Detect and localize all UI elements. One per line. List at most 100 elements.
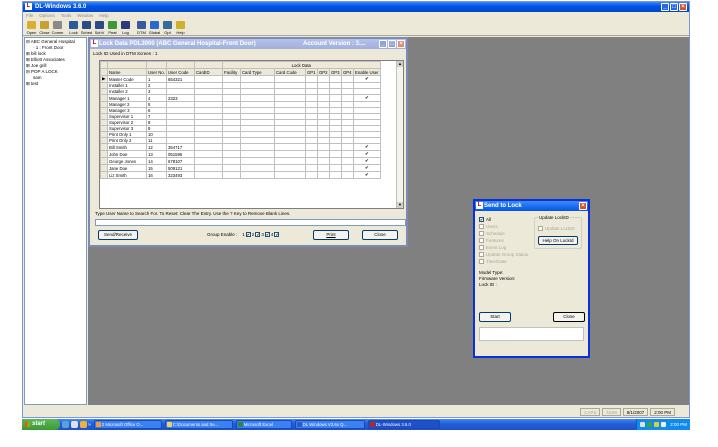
table-cell[interactable] [274, 165, 305, 172]
toolbar-comm-button[interactable]: Comm [51, 19, 64, 35]
table-cell[interactable] [317, 76, 329, 83]
send-option-checkbox[interactable] [479, 231, 484, 236]
group-2-checkbox[interactable]: ✔ [255, 232, 260, 237]
close-send-button[interactable]: Close [553, 312, 585, 322]
table-cell[interactable]: 15 [147, 165, 167, 172]
table-cell[interactable] [317, 144, 329, 151]
table-cell[interactable] [341, 158, 353, 165]
table-cell[interactable]: 14 [147, 158, 167, 165]
toolbar-close-button[interactable]: Close [38, 19, 51, 35]
send-option-checkbox[interactable] [479, 224, 484, 229]
start-button[interactable]: Start [479, 312, 511, 322]
table-cell[interactable]: John Doe [108, 151, 147, 158]
table-cell[interactable] [305, 165, 317, 172]
table-cell[interactable]: ✔ [353, 165, 380, 172]
user-search-input[interactable] [95, 219, 406, 226]
table-cell[interactable] [329, 165, 341, 172]
menu-tools[interactable]: Tools [61, 12, 72, 19]
table-row[interactable]: Bill Smith12354717✔ [101, 144, 381, 151]
table-cell[interactable] [274, 144, 305, 151]
table-cell[interactable] [194, 172, 222, 179]
table-cell[interactable] [240, 76, 274, 83]
table-cell[interactable]: 2323 [166, 95, 194, 102]
table-cell[interactable] [329, 151, 341, 158]
table-cell[interactable]: 13 [147, 151, 167, 158]
scroll-down-icon[interactable]: ▼ [397, 202, 403, 208]
table-cell[interactable] [222, 158, 240, 165]
column-header[interactable]: Facility [222, 69, 240, 76]
start-button[interactable]: start [22, 419, 60, 430]
table-cell[interactable] [194, 95, 222, 102]
toolbar-dtm-button[interactable]: DTM [135, 19, 148, 35]
table-cell[interactable]: 16 [147, 172, 167, 179]
toolbar-sched-button[interactable]: Sched [80, 19, 93, 35]
tray-volume-icon[interactable] [654, 422, 659, 427]
table-cell[interactable] [222, 165, 240, 172]
table-cell[interactable]: 4 [147, 95, 167, 102]
table-cell[interactable]: 1 [147, 76, 167, 83]
table-cell[interactable] [341, 76, 353, 83]
table-row[interactable]: ▶Master Code1654321✔ [101, 76, 381, 83]
quick-launch-ie-icon[interactable] [62, 421, 69, 428]
tray-update-icon[interactable] [661, 422, 666, 427]
table-cell[interactable]: 509121 [166, 165, 194, 172]
table-row[interactable]: Liz Smith16323493✔ [101, 172, 381, 179]
close-button[interactable]: × [679, 3, 687, 11]
table-cell[interactable]: George Jones [108, 158, 147, 165]
table-cell[interactable] [240, 165, 274, 172]
column-header[interactable]: GP1 [305, 69, 317, 76]
column-header[interactable]: GP4 [341, 69, 353, 76]
tree-item-test[interactable]: ⊞ test [26, 81, 85, 87]
table-cell[interactable]: ✔ [353, 95, 380, 102]
table-cell[interactable] [341, 151, 353, 158]
table-cell[interactable] [194, 158, 222, 165]
table-cell[interactable] [329, 95, 341, 102]
table-cell[interactable] [274, 172, 305, 179]
toolbar-lock-button[interactable]: Lock [67, 19, 80, 35]
table-cell[interactable] [317, 95, 329, 102]
table-cell[interactable] [194, 144, 222, 151]
maximize-button[interactable]: □ [388, 40, 396, 48]
toolbar-schv-button[interactable]: SchV [93, 19, 106, 35]
taskbar-task[interactable]: C:\Documents and Se... [165, 420, 233, 429]
table-cell[interactable] [329, 144, 341, 151]
toolbar-peat-button[interactable]: Peat [106, 19, 119, 35]
update-lockid-option[interactable]: Update LockID [538, 226, 575, 231]
table-cell[interactable] [240, 172, 274, 179]
table-row[interactable]: John Doe13051595✔ [101, 151, 381, 158]
table-cell[interactable] [274, 158, 305, 165]
table-cell[interactable] [305, 95, 317, 102]
print-button[interactable]: Print [313, 230, 349, 240]
table-cell[interactable] [222, 95, 240, 102]
table-cell[interactable] [317, 151, 329, 158]
table-cell[interactable]: Master Code [108, 76, 147, 83]
send-option-checkbox[interactable]: ✔ [479, 217, 484, 222]
grid-scrollbar[interactable]: ▲ ▼ [396, 61, 403, 208]
group-4-checkbox[interactable]: ✔ [274, 232, 279, 237]
menu-help[interactable]: Help [99, 12, 108, 19]
toolbar-log-button[interactable]: Log [119, 19, 132, 35]
send-receive-button[interactable]: Send/Receive [98, 230, 138, 240]
send-option-checkbox[interactable] [479, 259, 484, 264]
column-header[interactable]: Card Code [274, 69, 305, 76]
table-cell[interactable] [240, 144, 274, 151]
menu-file[interactable]: File [26, 12, 33, 19]
table-cell[interactable]: 654321 [166, 76, 194, 83]
tray-network-icon[interactable] [640, 422, 645, 427]
table-cell[interactable]: ✔ [353, 158, 380, 165]
row-header[interactable] [101, 151, 108, 158]
column-header[interactable]: Name [108, 69, 147, 76]
minimize-button[interactable]: _ [379, 40, 387, 48]
table-cell[interactable]: Bill Smith [108, 144, 147, 151]
table-cell[interactable] [194, 76, 222, 83]
table-cell[interactable] [274, 76, 305, 83]
taskbar-task[interactable]: Microsoft Excel [236, 420, 292, 429]
column-header[interactable]: Enable User [353, 69, 380, 76]
close-button[interactable]: × [579, 202, 587, 210]
table-cell[interactable] [341, 165, 353, 172]
table-cell[interactable] [240, 158, 274, 165]
scroll-up-icon[interactable]: ▲ [397, 61, 403, 67]
table-cell[interactable] [194, 165, 222, 172]
column-header[interactable]: GP2 [317, 69, 329, 76]
quick-launch-desktop-icon[interactable] [71, 421, 78, 428]
